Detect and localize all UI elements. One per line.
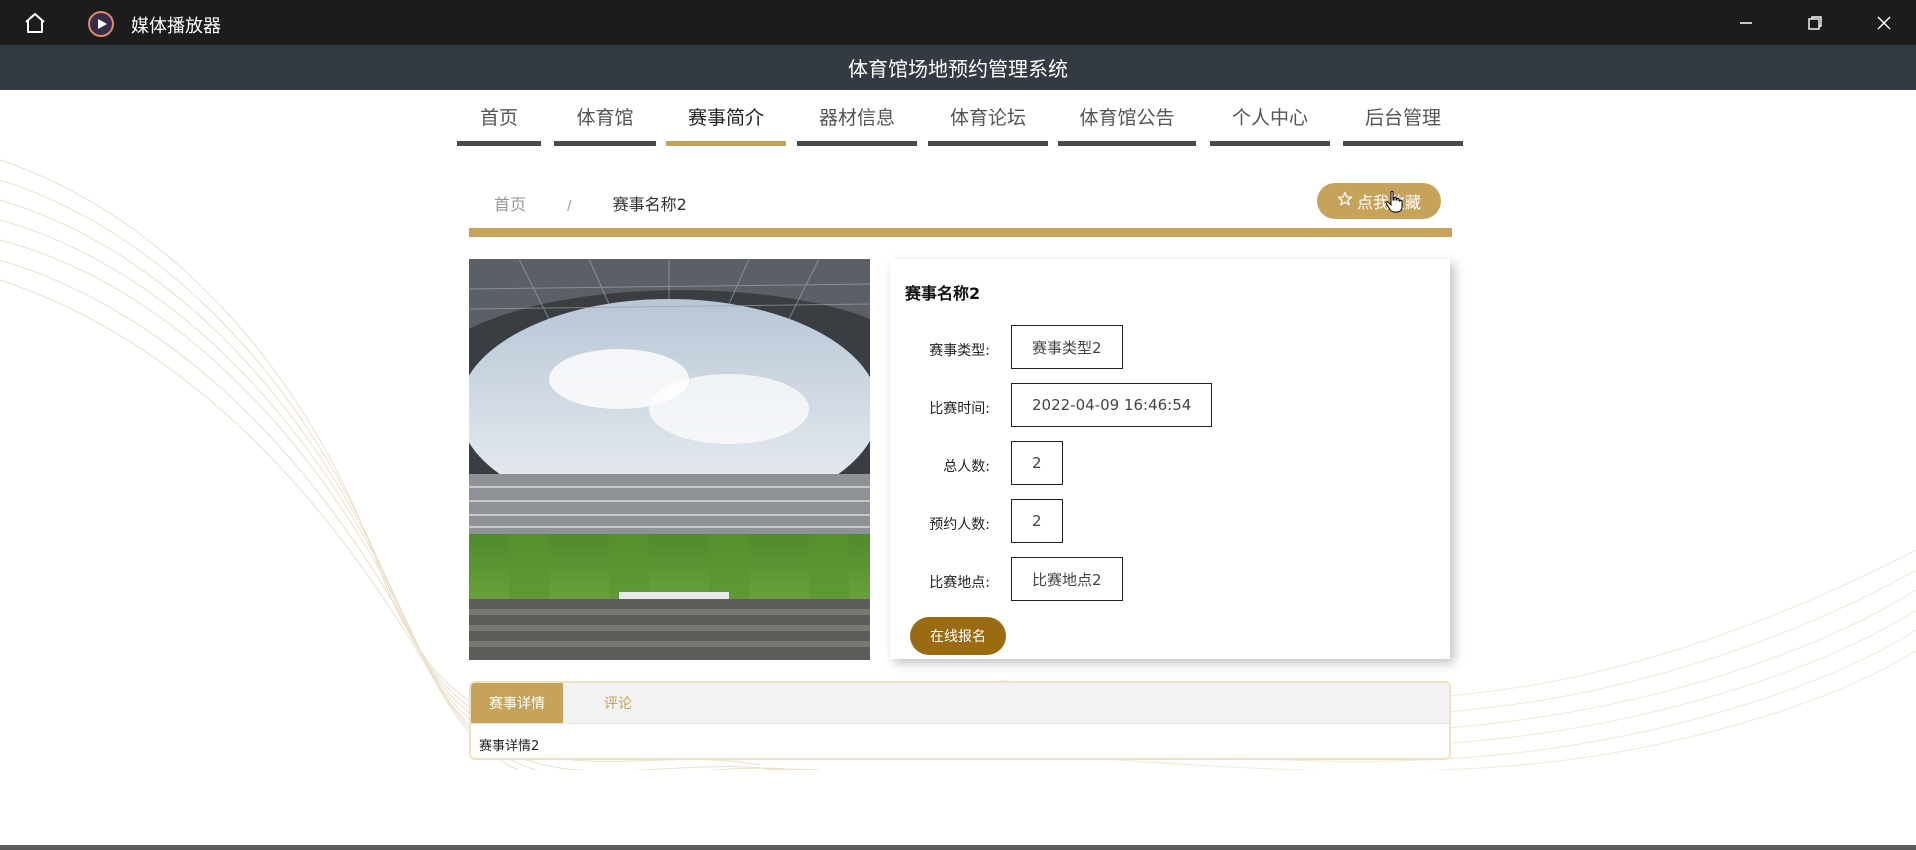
main-nav: 首页 体育馆 赛事简介 器材信息 体育论坛 体育馆公告 个人中心 后台管理 bbox=[0, 100, 1916, 146]
tab-event-details[interactable]: 赛事详情 bbox=[471, 683, 563, 723]
event-image bbox=[469, 259, 870, 660]
total-count-label: 总人数: bbox=[943, 459, 990, 475]
favorite-button[interactable]: 点我收藏 bbox=[1317, 183, 1441, 219]
section-divider bbox=[469, 228, 1452, 237]
breadcrumb-current: 赛事名称2 bbox=[612, 195, 687, 214]
window-titlebar: 媒体播放器 bbox=[0, 0, 1916, 45]
enroll-button[interactable]: 在线报名 bbox=[910, 617, 1006, 655]
event-info-card: 赛事名称2 赛事类型: 赛事类型2 比赛时间: 2022-04-09 16:46… bbox=[890, 259, 1450, 659]
breadcrumb: 首页 / 赛事名称2 bbox=[494, 191, 687, 215]
venue-value: 比赛地点2 bbox=[1011, 557, 1123, 601]
nav-item-admin[interactable]: 后台管理 bbox=[1343, 100, 1463, 146]
nav-item-stadium[interactable]: 体育馆 bbox=[554, 100, 656, 146]
total-count-value: 2 bbox=[1011, 441, 1063, 485]
reserved-count-label: 预约人数: bbox=[929, 517, 990, 533]
venue-label: 比赛地点: bbox=[929, 575, 990, 591]
match-time-label: 比赛时间: bbox=[929, 401, 990, 417]
nav-item-announcements[interactable]: 体育馆公告 bbox=[1058, 100, 1196, 146]
site-title: 体育馆场地预约管理系统 bbox=[848, 57, 1068, 81]
minimize-icon[interactable] bbox=[1712, 0, 1780, 45]
close-icon[interactable] bbox=[1850, 0, 1916, 45]
restore-icon[interactable] bbox=[1781, 0, 1849, 45]
window-title: 媒体播放器 bbox=[131, 16, 221, 37]
nav-item-personal-center[interactable]: 个人中心 bbox=[1210, 100, 1330, 146]
match-time-value: 2022-04-09 16:46:54 bbox=[1011, 383, 1213, 427]
media-player-icon bbox=[88, 11, 114, 37]
bottom-border bbox=[0, 845, 1916, 850]
event-type-label: 赛事类型: bbox=[929, 343, 990, 359]
breadcrumb-home[interactable]: 首页 bbox=[494, 195, 526, 214]
event-name: 赛事名称2 bbox=[905, 284, 981, 303]
nav-item-equipment[interactable]: 器材信息 bbox=[797, 100, 917, 146]
home-icon[interactable] bbox=[20, 9, 50, 37]
tab-comments[interactable]: 评论 bbox=[583, 683, 653, 723]
tab-strip: 赛事详情 评论 bbox=[471, 683, 1449, 724]
nav-item-home[interactable]: 首页 bbox=[457, 100, 541, 146]
nav-item-event-intro[interactable]: 赛事简介 bbox=[666, 100, 786, 146]
site-header: 体育馆场地预约管理系统 bbox=[0, 45, 1916, 90]
detail-tabs: 赛事详情 评论 赛事详情2 bbox=[469, 681, 1451, 760]
breadcrumb-separator: / bbox=[567, 199, 572, 214]
hand-cursor-icon bbox=[1385, 190, 1403, 213]
nav-item-forum[interactable]: 体育论坛 bbox=[928, 100, 1048, 146]
reserved-count-value: 2 bbox=[1011, 499, 1063, 543]
event-type-value: 赛事类型2 bbox=[1011, 325, 1123, 369]
star-outline-icon bbox=[1337, 191, 1353, 211]
tab-content: 赛事详情2 bbox=[479, 739, 540, 754]
